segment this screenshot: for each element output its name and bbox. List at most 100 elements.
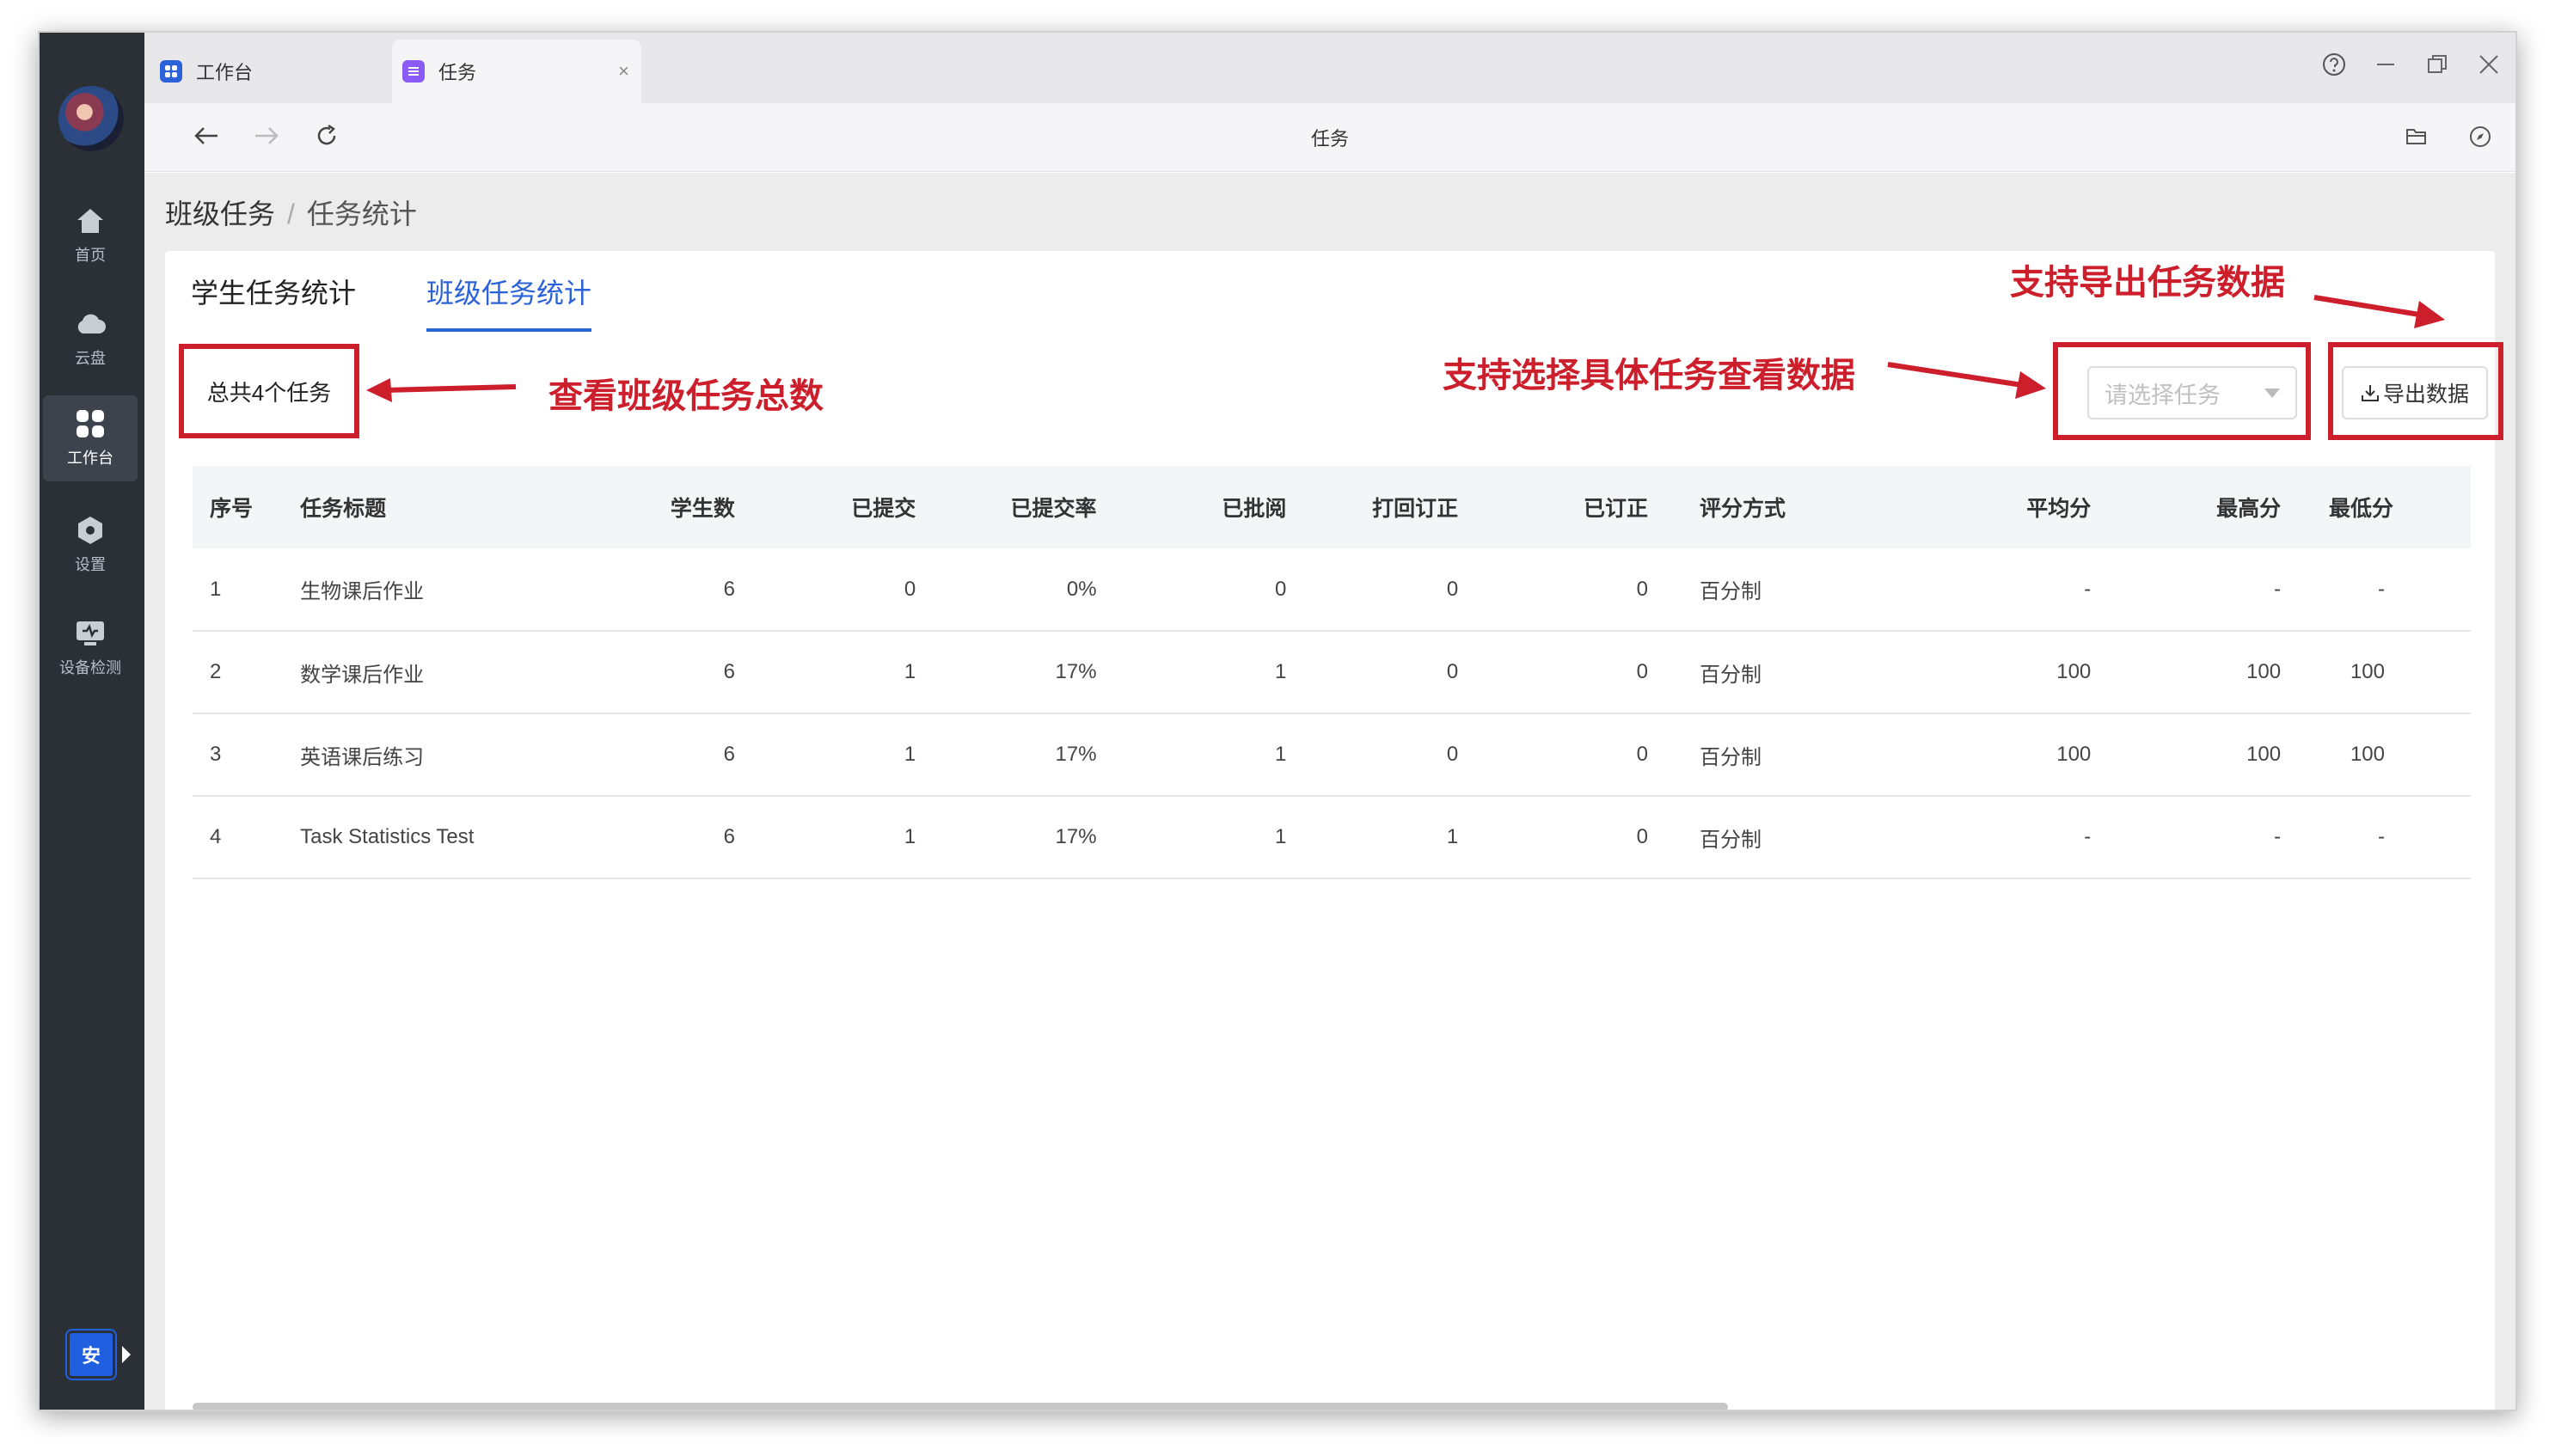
tab-task[interactable]: 任务 ×	[392, 40, 641, 103]
annotation-arrow	[366, 378, 517, 402]
folder-icon[interactable]	[2402, 122, 2431, 151]
restore-icon[interactable]	[2424, 52, 2450, 77]
cell-avg: -	[2084, 825, 2092, 848]
breadcrumb-separator: /	[287, 199, 295, 229]
cell-title: 数学课后作业	[300, 663, 425, 687]
cell-reviewed: 1	[1275, 743, 1287, 766]
expand-caret-icon[interactable]	[122, 1346, 131, 1363]
close-window-icon[interactable]	[2476, 52, 2502, 77]
cell-returned: 0	[1446, 577, 1459, 601]
cell-title: 英语课后练习	[300, 745, 425, 769]
cell-index: 3	[210, 743, 222, 766]
sidebar-item-label: 首页	[75, 247, 106, 264]
tab-bar: 工作台 任务 ×	[144, 33, 2515, 103]
col-header: 已提交	[851, 497, 916, 521]
cell-corrected: 0	[1636, 743, 1649, 766]
cell-index: 1	[210, 577, 222, 601]
breadcrumb-root[interactable]: 班级任务	[165, 199, 275, 229]
chevron-down-icon	[2264, 388, 2280, 398]
device-check-icon	[73, 618, 107, 649]
cell-submitted: 0	[904, 577, 916, 601]
stats-card: 学生任务统计 班级任务统计 总共4个任务 查看班级任务总数 支持选择具体任务查看…	[165, 251, 2503, 1410]
cell-max: -	[2274, 825, 2282, 848]
export-button[interactable]: 导出数据	[2342, 366, 2488, 419]
cell-index: 2	[210, 660, 222, 683]
cell-title: Task Statistics Test	[300, 825, 475, 848]
cell-students: 6	[723, 577, 735, 601]
cell-students: 6	[723, 660, 735, 683]
breadcrumb-current: 任务统计	[306, 199, 417, 229]
col-header: 序号	[210, 497, 254, 521]
cell-title: 生物课后作业	[300, 580, 425, 603]
annotation-arrow	[1887, 362, 2046, 399]
col-header: 打回订正	[1372, 497, 1459, 521]
close-icon[interactable]: ×	[618, 60, 629, 83]
cell-submit-rate: 17%	[1055, 743, 1097, 766]
cell-index: 4	[210, 825, 222, 848]
task-select[interactable]: 请选择任务	[2087, 366, 2297, 419]
tab-class-stats[interactable]: 班级任务统计	[426, 272, 592, 332]
download-icon	[2361, 383, 2380, 402]
task-icon	[402, 60, 425, 83]
annotation-total: 查看班级任务总数	[548, 377, 824, 415]
cell-min: 100	[2350, 660, 2385, 683]
stats-tabs: 学生任务统计 班级任务统计	[191, 272, 592, 332]
col-header: 任务标题	[300, 497, 387, 521]
help-icon[interactable]	[2321, 52, 2347, 77]
sidebar-item-label: 云盘	[75, 350, 106, 367]
sidebar-item-cloud[interactable]: 云盘	[43, 296, 138, 382]
sidebar-item-device-check[interactable]: 设备检测	[43, 605, 138, 691]
sidebar-item-workbench[interactable]: 工作台	[43, 395, 138, 481]
cell-max: 100	[2246, 743, 2282, 766]
cell-students: 6	[723, 743, 735, 766]
window-controls	[2321, 52, 2502, 77]
col-header: 最高分	[2216, 497, 2282, 521]
security-button[interactable]: 安	[67, 1331, 115, 1379]
col-header: 已订正	[1584, 497, 1649, 521]
table-row[interactable]: 1 生物课后作业 6 0 0% 0 0 0 百分制 - - -	[193, 548, 2471, 631]
sidebar-item-label: 工作台	[67, 450, 113, 467]
nav-bar: 任务	[144, 103, 2515, 172]
col-header: 平均分	[2026, 497, 2092, 521]
tab-workbench[interactable]: 工作台	[160, 40, 383, 103]
cell-min: -	[2378, 825, 2385, 848]
col-header: 评分方式	[1700, 497, 1786, 521]
annotation-export: 支持导出任务数据	[2010, 264, 2285, 302]
table-row[interactable]: 3 英语课后练习 6 1 17% 1 0 0 百分制 100 100 100	[193, 713, 2471, 796]
cell-returned: 0	[1446, 743, 1459, 766]
tab-student-stats[interactable]: 学生任务统计	[191, 272, 356, 332]
cell-max: -	[2274, 577, 2282, 601]
cloud-icon	[73, 309, 107, 340]
cell-avg: -	[2084, 577, 2092, 601]
cell-submitted: 1	[904, 743, 916, 766]
table-row[interactable]: 4 Task Statistics Test 6 1 17% 1 1 0 百分制…	[193, 796, 2471, 878]
cell-avg: 100	[2056, 743, 2092, 766]
cell-grading: 百分制	[1700, 745, 1762, 769]
export-label: 导出数据	[2382, 382, 2469, 407]
col-header: 最低分	[2328, 497, 2393, 521]
sidebar-item-home[interactable]: 首页	[43, 193, 138, 278]
grid-icon	[73, 408, 107, 439]
table-row[interactable]: 2 数学课后作业 6 1 17% 1 0 0 百分制 100 100 100	[193, 631, 2471, 713]
cell-submit-rate: 17%	[1055, 660, 1097, 683]
avatar[interactable]	[58, 86, 124, 151]
minimize-icon[interactable]	[2373, 52, 2399, 77]
sidebar-item-settings[interactable]: 设置	[43, 502, 138, 588]
cell-min: 100	[2350, 743, 2385, 766]
settings-icon	[73, 515, 107, 546]
horizontal-scrollbar[interactable]	[193, 1403, 1728, 1410]
breadcrumb: 班级任务 / 任务统计	[165, 193, 417, 232]
cell-reviewed: 1	[1275, 825, 1287, 848]
cell-grading: 百分制	[1700, 663, 1762, 687]
export-highlight: 导出数据	[2328, 342, 2503, 440]
sidebar-item-label: 设置	[75, 556, 106, 573]
cell-returned: 0	[1446, 660, 1459, 683]
cell-returned: 1	[1446, 825, 1459, 848]
compass-icon[interactable]	[2466, 122, 2495, 151]
cell-reviewed: 1	[1275, 660, 1287, 683]
tab-label: 任务	[438, 62, 477, 83]
cell-min: -	[2378, 577, 2385, 601]
nav-right-tools	[2402, 122, 2495, 151]
cell-grading: 百分制	[1700, 828, 1762, 852]
home-icon	[73, 205, 107, 236]
